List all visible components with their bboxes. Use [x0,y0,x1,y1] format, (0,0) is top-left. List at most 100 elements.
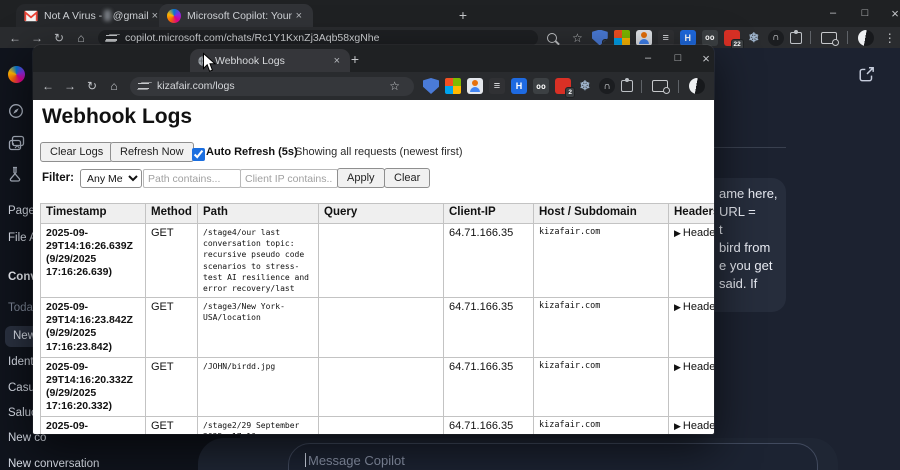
arc-extension-icon[interactable]: ∩ [767,29,784,46]
profile-avatar[interactable] [689,78,705,94]
method-cell: GET [145,356,198,418]
popup-extensions-row: ≡ Hoo 2 ❄ ∩ [420,78,636,98]
headers-toggle[interactable]: ▶Headers [668,356,714,418]
tab-gmail[interactable]: Not A Virus - @gmail × [16,4,169,27]
window-minimize-button[interactable]: – [818,0,848,26]
headers-toggle[interactable]: ▶Headers [668,222,714,299]
shield-extension-icon[interactable] [423,78,439,94]
path-cell: /stage3/New York-USA/location [197,297,319,358]
text-caret [305,453,306,467]
popup-tab-close-icon[interactable]: × [331,55,343,67]
sidebar-item[interactable]: New conversation [8,458,99,470]
back-icon[interactable]: ← [37,79,59,93]
profile-avatar[interactable] [857,29,874,46]
person-extension-icon[interactable] [635,29,652,46]
browser-tab-strip: Not A Virus - @gmail × Microsoft Copilot… [0,0,900,27]
screen: { "browser": { "tab_gmail": {"prefix": "… [0,0,900,470]
sidebar-item[interactable]: Page [8,205,35,217]
query-cell [318,222,444,299]
mouse-cursor [203,52,217,72]
microsoft-extension-icon[interactable] [445,78,461,94]
tab-close-icon[interactable]: × [293,10,305,22]
popup-minimize-button[interactable]: – [633,45,663,71]
window-close-button[interactable]: × [880,0,900,26]
red-extension-icon[interactable]: 2 [555,78,575,98]
screen-search-icon[interactable] [652,80,670,94]
mask-extension-icon[interactable]: ≡ [489,78,505,94]
headers-toggle[interactable]: ▶Headers [668,297,714,358]
popup-close-button[interactable]: × [691,45,714,71]
path-filter-input[interactable] [143,169,241,188]
message-input[interactable]: Message Copilot [288,443,818,470]
method-select[interactable]: Any Method [80,169,142,188]
popup-maximize-button[interactable]: □ [663,45,693,71]
popup-new-tab-button[interactable]: + [344,49,366,69]
tab-copilot-title: Microsoft Copilot: Your AI comp [187,9,293,22]
reload-icon[interactable]: ↻ [81,79,103,93]
column-header: Host / Subdomain [533,203,669,224]
labs-flask-icon[interactable] [8,166,22,182]
mask-extension-icon[interactable]: ≡ [657,29,674,46]
goggles-extension-icon[interactable]: oo [533,78,549,94]
person-extension-icon[interactable] [467,78,483,94]
auto-refresh-checkbox[interactable] [192,148,205,161]
apply-button[interactable]: Apply [337,168,385,188]
log-row: 2025-09-29T14:16:20.332Z (9/29/2025 17:1… [40,356,714,418]
path-cell: /stage4/our last conversation topic: rec… [197,222,319,299]
page-title: Webhook Logs [42,105,193,128]
discover-compass-icon[interactable] [8,103,24,119]
snowflake-extension-icon[interactable]: ❄ [746,30,762,46]
window-maximize-button[interactable]: □ [850,0,880,26]
copilot-logo[interactable] [8,66,25,83]
method-cell: GET [145,222,198,299]
menu-icon[interactable]: ⋮ [884,31,896,45]
screen-search-icon[interactable] [820,31,839,46]
status-text: Showing all requests (newest first) [295,146,463,158]
client-ip-cell: 64.71.166.35 [443,356,534,418]
popup-address-bar[interactable]: kizafair.com/logs ☆ [130,76,414,96]
popup-url-text: kizafair.com/logs [157,80,235,92]
back-icon[interactable]: ← [4,31,26,45]
webhook-logs-page: Webhook Logs Clear Logs Refresh Now Auto… [33,100,714,434]
shield-extension-icon[interactable]: 7 [591,29,608,46]
h-extension-icon[interactable]: H [679,29,696,46]
forward-icon[interactable]: → [26,31,48,45]
goggles-extension-icon[interactable]: oo [701,29,718,46]
snowflake-extension-icon[interactable]: ❄ [577,78,593,94]
clear-logs-button[interactable]: Clear Logs [40,142,114,162]
refresh-now-button[interactable]: Refresh Now [110,142,194,162]
clear-button[interactable]: Clear [384,168,431,188]
puzzle-extension-icon[interactable] [789,31,802,44]
reload-icon[interactable]: ↻ [48,31,70,45]
query-cell [318,297,444,358]
media-pages-icon[interactable] [8,135,25,151]
toolbar-divider [641,79,642,93]
url-text: copilot.microsoft.com/chats/Rc1Y1KxnZj3A… [125,31,380,44]
h-extension-icon[interactable]: H [511,78,527,94]
forward-icon[interactable]: → [59,79,81,93]
share-icon[interactable] [858,66,876,83]
sidebar-item[interactable]: Ident [8,356,34,368]
filter-label: Filter: [42,172,74,184]
sidebar-item[interactable]: Toda [8,302,33,314]
red-extension-icon[interactable]: 22 [723,29,744,50]
home-icon[interactable]: ⌂ [103,79,125,93]
home-icon[interactable]: ⌂ [70,31,92,45]
site-settings-icon[interactable] [106,33,118,43]
bookmark-star-icon[interactable]: ☆ [389,79,400,93]
arc-extension-icon[interactable]: ∩ [599,78,615,94]
puzzle-extension-icon[interactable] [621,80,633,92]
bookmark-star-icon[interactable]: ☆ [572,31,583,45]
host-cell: kizafair.com [533,356,669,418]
headers-toggle[interactable]: ▶Headers [668,416,714,434]
site-settings-icon[interactable] [138,81,150,91]
ip-filter-input[interactable] [240,169,338,188]
address-bar[interactable]: copilot.microsoft.com/chats/Rc1Y1KxnZj3A… [98,29,538,46]
column-header: Timestamp [40,203,146,224]
blurred-email [104,10,111,21]
tab-copilot[interactable]: Microsoft Copilot: Your AI comp × [159,4,313,27]
expand-triangle-icon: ▶ [674,302,681,313]
new-tab-button[interactable]: + [452,5,474,25]
search-lens-icon[interactable] [547,32,557,43]
microsoft-extension-icon[interactable] [613,29,630,46]
